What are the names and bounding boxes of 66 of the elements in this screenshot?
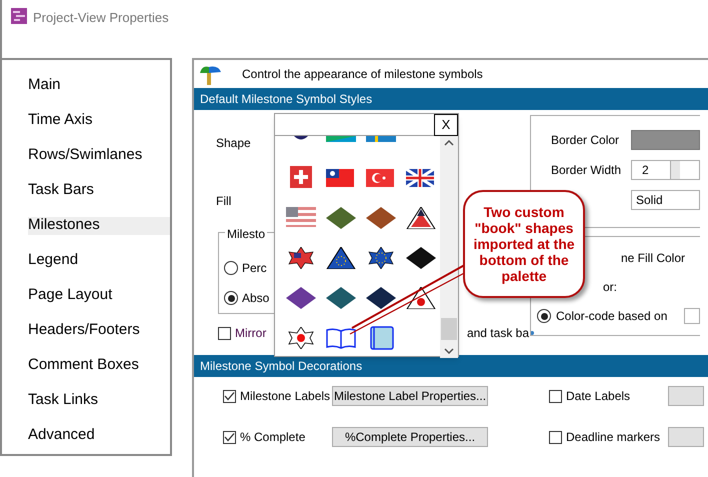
radio-label: Color-code based on (556, 308, 668, 325)
radio-label: Abso (242, 290, 270, 307)
properties-button[interactable]: %Complete Properties... (332, 427, 488, 447)
checkbox-label: Mirror (235, 325, 266, 342)
checkbox-label: Date Labels (566, 388, 632, 405)
section-header: Default Milestone Symbol Styles (194, 88, 708, 110)
field-label: Fill (216, 193, 232, 210)
chevron-down-icon[interactable] (444, 348, 454, 354)
sidebar-item[interactable]: Comment Boxes (28, 348, 170, 383)
flag-icon[interactable] (366, 167, 396, 189)
radio-button[interactable] (224, 261, 238, 275)
field-label: Shape (216, 135, 251, 152)
sidebar-item[interactable]: Time Axis (28, 103, 170, 138)
checkbox[interactable] (549, 430, 562, 444)
section-header: Milestone Symbol Decorations (194, 355, 708, 377)
field-label: or: (603, 279, 618, 296)
star-icon[interactable] (286, 247, 316, 269)
checkbox-label: and task ba (466, 325, 529, 342)
sidebar-item[interactable]: Page Layout (28, 278, 170, 313)
field-label: Border Color (551, 132, 620, 149)
close-button[interactable]: X (434, 114, 458, 136)
radio-label: ne Fill Color (621, 250, 686, 265)
diamond-icon[interactable] (326, 287, 356, 309)
checkbox[interactable] (223, 390, 236, 402)
star-icon[interactable] (366, 247, 396, 269)
palette-search-field[interactable] (275, 114, 434, 135)
diamond-icon[interactable] (366, 207, 396, 229)
window-title: Project-View Properties (33, 9, 169, 27)
spin-field[interactable]: 2 (631, 160, 700, 180)
callout-annotation: Two custom "book" shapes imported at the bottom of the palette (463, 190, 585, 298)
field-label: Border Width (551, 162, 622, 179)
properties-button[interactable]: Milestone Label Properties... (332, 386, 488, 406)
line-style-dropdown[interactable]: Solid (631, 190, 700, 210)
scrollbar-thumb[interactable] (441, 318, 457, 340)
star-icon[interactable] (286, 327, 316, 349)
triangle-icon[interactable] (406, 287, 436, 309)
checkbox-label: % Complete (240, 429, 306, 446)
flag-icon[interactable] (406, 167, 436, 189)
triangle-icon[interactable] (406, 207, 436, 229)
radio-label: Perc (242, 260, 267, 277)
checkbox[interactable] (218, 326, 231, 340)
sidebar-item[interactable]: Task Bars (28, 173, 170, 208)
sidebar-item[interactable]: Main (28, 68, 170, 103)
sidebar-item[interactable]: Task Links (28, 383, 170, 418)
panel-description: Control the appearance of milestone symbols (242, 66, 483, 83)
chevron-up-icon[interactable] (444, 140, 454, 146)
radio-button[interactable] (224, 291, 238, 305)
radio-button[interactable] (537, 309, 551, 323)
checkbox-label: Milestone Labels (240, 388, 332, 405)
color-swatch[interactable] (631, 130, 700, 150)
sidebar-item[interactable]: Rows/Swimlanes (28, 138, 170, 173)
sidebar-item[interactable]: Headers/Footers (28, 313, 170, 348)
triangle-icon[interactable] (326, 247, 356, 269)
app-icon (11, 8, 27, 24)
checkbox[interactable] (223, 430, 236, 444)
checkbox-label: Deadline markers (566, 429, 662, 446)
diamond-icon[interactable] (406, 247, 436, 269)
diamond-icon[interactable] (326, 207, 356, 229)
open-book-icon[interactable] (326, 327, 356, 349)
sidebar-item[interactable]: Advanced (28, 418, 170, 453)
sidebar-item[interactable]: Legend (28, 243, 170, 278)
checkbox[interactable] (549, 390, 562, 402)
scrollbar[interactable] (440, 136, 458, 358)
flag-icon[interactable] (326, 167, 356, 189)
diamond-icon[interactable] (366, 287, 396, 309)
diamond-icon[interactable] (286, 287, 316, 309)
